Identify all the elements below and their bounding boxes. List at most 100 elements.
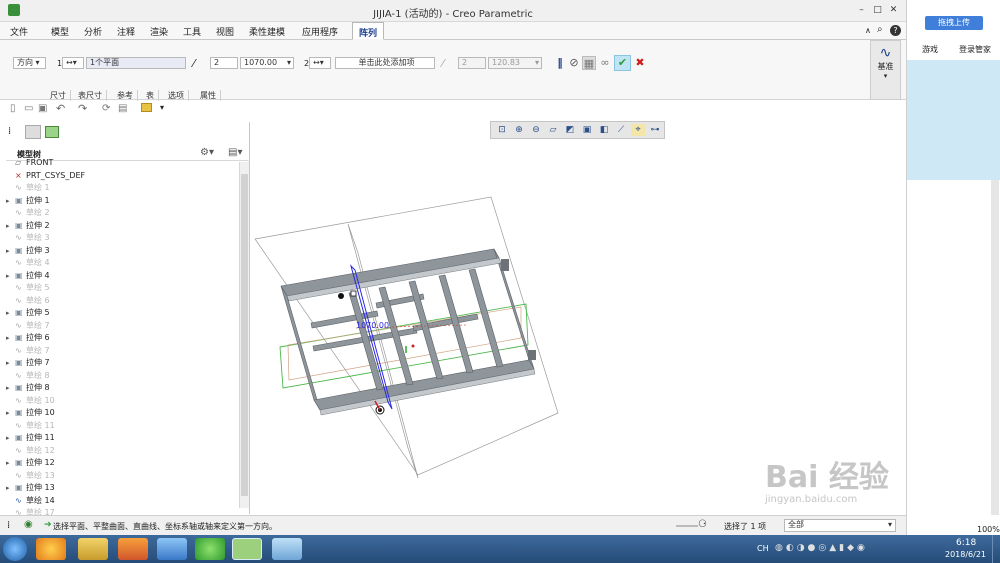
subtab-table[interactable]: 表 bbox=[142, 90, 159, 101]
taskbar-explorer-icon[interactable] bbox=[78, 538, 108, 560]
tab-annotate[interactable]: 注释 bbox=[117, 25, 135, 38]
search-icon[interactable]: ⌕ bbox=[877, 24, 883, 35]
collapse-ribbon-icon[interactable]: ∧ bbox=[865, 26, 871, 35]
expand-arrow-icon[interactable]: ▸ bbox=[6, 407, 15, 419]
taskbar-media-icon[interactable] bbox=[118, 538, 148, 560]
tree-row[interactable]: ▸ ▣ 拉伸 6 bbox=[6, 332, 50, 344]
customize-icon[interactable]: ▾ bbox=[160, 103, 164, 112]
tree-row[interactable]: ▸ ▣ 拉伸 13 bbox=[6, 482, 55, 494]
browser-scrollbar[interactable] bbox=[991, 180, 999, 515]
tree-row[interactable]: ∿ 草绘 7 bbox=[6, 345, 50, 357]
tree-row[interactable]: ∿ 草绘 11 bbox=[6, 420, 55, 432]
first-count-input[interactable]: 2 bbox=[210, 57, 238, 69]
scroll-thumb[interactable] bbox=[241, 174, 248, 496]
undo-icon[interactable]: ↶ bbox=[56, 102, 65, 115]
navigator-toggle-icon[interactable]: ⁞ bbox=[7, 520, 10, 531]
tree-row[interactable]: ▸ ▣ 拉伸 1 bbox=[6, 195, 50, 207]
repaint-icon[interactable]: ▱ bbox=[546, 124, 560, 136]
tree-row[interactable]: ∿ 草绘 3 bbox=[6, 232, 50, 244]
subtab-table-dimensions[interactable]: 表尺寸 bbox=[74, 90, 107, 101]
pause-icon[interactable]: ‖ bbox=[553, 56, 567, 70]
browser-toggle-icon[interactable]: ◉ bbox=[24, 519, 33, 530]
tree-scrollbar[interactable] bbox=[239, 162, 249, 508]
taskbar-browser-icon[interactable] bbox=[36, 538, 66, 560]
tree-row[interactable]: ▸ ▣ 拉伸 2 bbox=[6, 220, 50, 232]
display-style-icon[interactable]: ◧ bbox=[597, 124, 611, 136]
saved-views-icon[interactable]: ▣ bbox=[580, 124, 594, 136]
tab-tools[interactable]: 工具 bbox=[183, 25, 201, 38]
perspective-icon[interactable]: ⟋ bbox=[614, 124, 628, 136]
second-direction-reference[interactable]: 单击此处添加项 bbox=[335, 57, 435, 69]
tree-row[interactable]: ∿ 草绘 10 bbox=[6, 395, 55, 407]
maximize-icon[interactable]: □ bbox=[873, 6, 882, 15]
binoculars-icon[interactable]: ⚆ bbox=[698, 519, 707, 530]
cancel-icon[interactable]: ✖ bbox=[633, 56, 647, 70]
taskbar-cloud-icon[interactable] bbox=[157, 538, 187, 560]
first-direction-flip[interactable]: ↔▾ bbox=[62, 57, 84, 69]
games-link[interactable]: 游戏 bbox=[922, 44, 938, 55]
show-desktop-button[interactable] bbox=[992, 535, 1000, 563]
expand-arrow-icon[interactable]: ▸ bbox=[6, 332, 15, 344]
new-file-icon[interactable]: ▯ bbox=[10, 103, 16, 114]
subtab-references[interactable]: 参考 bbox=[113, 90, 138, 101]
tree-row[interactable]: ▸ ▣ 拉伸 5 bbox=[6, 307, 50, 319]
expand-arrow-icon[interactable]: ▸ bbox=[6, 245, 15, 257]
expand-arrow-icon[interactable]: ▸ bbox=[6, 382, 15, 394]
expand-arrow-icon[interactable]: ▸ bbox=[6, 482, 15, 494]
upload-button[interactable]: 拖拽上传 bbox=[925, 16, 983, 30]
tree-row[interactable]: ▸ ▣ 拉伸 8 bbox=[6, 382, 50, 394]
tree-row[interactable]: ∿ 草绘 14 bbox=[6, 495, 55, 507]
tree-row[interactable]: ∿ 草绘 7 bbox=[6, 320, 50, 332]
login-link[interactable]: 登录管家 bbox=[959, 44, 991, 55]
open-file-icon[interactable]: ▭ bbox=[24, 103, 33, 114]
tab-applications[interactable]: 应用程序 bbox=[302, 25, 338, 38]
expand-arrow-icon[interactable]: ▸ bbox=[6, 220, 15, 232]
tab-pattern[interactable]: 阵列 bbox=[352, 22, 385, 40]
tree-row[interactable]: ∿ 草绘 12 bbox=[6, 445, 55, 457]
subtab-properties[interactable]: 属性 bbox=[196, 90, 221, 101]
folder-icon[interactable] bbox=[141, 103, 152, 112]
tab-analysis[interactable]: 分析 bbox=[84, 25, 102, 38]
tree-row[interactable]: ∿ 草绘 6 bbox=[6, 295, 50, 307]
tree-row[interactable]: ▸ ▣ 拉伸 12 bbox=[6, 457, 55, 469]
tree-row[interactable]: ∿ 草绘 13 bbox=[6, 470, 55, 482]
zoom-in-icon[interactable]: ⊕ bbox=[512, 124, 526, 136]
start-button[interactable] bbox=[3, 537, 27, 561]
tree-row[interactable]: ▱ FRONT bbox=[6, 157, 53, 169]
confirm-icon[interactable]: ✔ bbox=[614, 55, 631, 71]
expand-arrow-icon[interactable]: ▸ bbox=[6, 307, 15, 319]
refit-icon[interactable]: ⊡ bbox=[495, 124, 509, 136]
windows-icon[interactable]: ▤ bbox=[118, 103, 127, 114]
zoom-out-icon[interactable]: ⊖ bbox=[529, 124, 543, 136]
tab-render[interactable]: 渲染 bbox=[150, 25, 168, 38]
taskbar-paint-icon[interactable] bbox=[272, 538, 302, 560]
tab-file[interactable]: 文件 bbox=[10, 25, 28, 38]
second-count-input[interactable]: 2 bbox=[458, 57, 486, 69]
first-direction-reference[interactable]: 1个平面 bbox=[86, 57, 186, 69]
tree-row[interactable]: ∿ 草绘 1 bbox=[6, 182, 50, 194]
tree-row[interactable]: ∿ 草绘 2 bbox=[6, 207, 50, 219]
second-direction-flip[interactable]: ↔▾ bbox=[309, 57, 331, 69]
preview-icon[interactable]: ▦ bbox=[582, 56, 596, 70]
redo-icon[interactable]: ↷ bbox=[78, 102, 87, 115]
tree-row[interactable]: ▸ ▣ 拉伸 10 bbox=[6, 407, 55, 419]
selection-slider[interactable] bbox=[676, 525, 698, 527]
pattern-type-select[interactable]: 方向 ▾ bbox=[13, 57, 46, 69]
favorites-tab-icon[interactable] bbox=[45, 126, 59, 138]
regenerate-icon[interactable]: ⟳ bbox=[102, 103, 110, 114]
tree-row[interactable]: ▸ ▣ 拉伸 7 bbox=[6, 357, 50, 369]
first-distance-input[interactable]: 1070.00 ▾ bbox=[240, 57, 294, 69]
expand-arrow-icon[interactable]: ▸ bbox=[6, 270, 15, 282]
tree-row[interactable]: ▸ ▣ 拉伸 4 bbox=[6, 270, 50, 282]
minimize-icon[interactable]: – bbox=[857, 6, 866, 15]
tab-flexible-modeling[interactable]: 柔性建模 bbox=[249, 25, 285, 38]
tree-row[interactable]: ⨯ PRT_CSYS_DEF bbox=[6, 170, 85, 182]
no-preview-icon[interactable]: ⊘ bbox=[567, 56, 581, 70]
help-icon[interactable]: ? bbox=[890, 25, 901, 36]
subtab-dimensions[interactable]: 尺寸 bbox=[46, 90, 71, 101]
tray-icons[interactable]: ◍◐◑●◎▲▮◆◉ bbox=[775, 543, 940, 555]
second-distance-input[interactable]: 120.83 ▾ bbox=[488, 57, 542, 69]
verify-icon[interactable]: ∞ bbox=[598, 56, 612, 70]
view-orientation-icon[interactable]: ◩ bbox=[563, 124, 577, 136]
tree-row[interactable]: ∿ 草绘 4 bbox=[6, 257, 50, 269]
